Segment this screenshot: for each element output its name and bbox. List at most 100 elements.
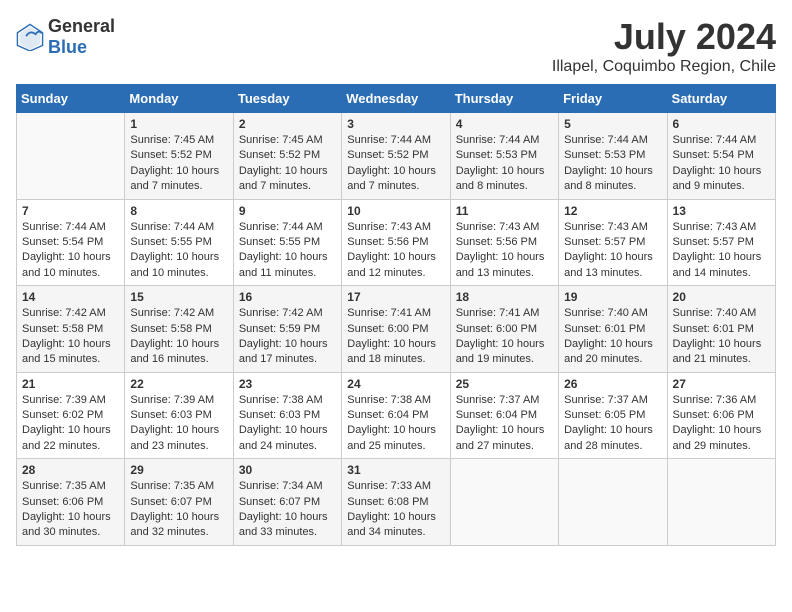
day-cell: 22 Sunrise: 7:39 AM Sunset: 6:03 PM Dayl…: [125, 372, 233, 459]
daylight-text: Daylight: 10 hours and 8 minutes.: [456, 165, 545, 192]
day-info: Sunrise: 7:38 AM Sunset: 6:03 PM Dayligh…: [239, 393, 336, 455]
sunset-text: Sunset: 5:52 PM: [239, 149, 320, 161]
day-cell: 21 Sunrise: 7:39 AM Sunset: 6:02 PM Dayl…: [17, 372, 125, 459]
calendar-body: 1 Sunrise: 7:45 AM Sunset: 5:52 PM Dayli…: [17, 113, 776, 546]
day-number: 21: [22, 377, 119, 391]
day-number: 9: [239, 204, 336, 218]
day-number: 26: [564, 377, 661, 391]
title-block: July 2024 Illapel, Coquimbo Region, Chil…: [552, 16, 776, 76]
sunrise-text: Sunrise: 7:41 AM: [456, 307, 540, 319]
sunset-text: Sunset: 6:04 PM: [347, 409, 428, 421]
daylight-text: Daylight: 10 hours and 13 minutes.: [456, 251, 545, 278]
sunrise-text: Sunrise: 7:44 AM: [456, 134, 540, 146]
day-number: 20: [673, 290, 770, 304]
daylight-text: Daylight: 10 hours and 7 minutes.: [239, 165, 328, 192]
day-number: 8: [130, 204, 227, 218]
day-cell: 30 Sunrise: 7:34 AM Sunset: 6:07 PM Dayl…: [233, 459, 341, 546]
day-info: Sunrise: 7:33 AM Sunset: 6:08 PM Dayligh…: [347, 479, 444, 541]
sunset-text: Sunset: 6:02 PM: [22, 409, 103, 421]
daylight-text: Daylight: 10 hours and 7 minutes.: [130, 165, 219, 192]
sunrise-text: Sunrise: 7:43 AM: [673, 221, 757, 233]
header-sunday: Sunday: [17, 85, 125, 113]
day-cell: 10 Sunrise: 7:43 AM Sunset: 5:56 PM Dayl…: [342, 199, 450, 286]
day-cell: 13 Sunrise: 7:43 AM Sunset: 5:57 PM Dayl…: [667, 199, 775, 286]
daylight-text: Daylight: 10 hours and 21 minutes.: [673, 338, 762, 365]
daylight-text: Daylight: 10 hours and 24 minutes.: [239, 424, 328, 451]
day-cell: 9 Sunrise: 7:44 AM Sunset: 5:55 PM Dayli…: [233, 199, 341, 286]
sunset-text: Sunset: 5:54 PM: [673, 149, 754, 161]
location-subtitle: Illapel, Coquimbo Region, Chile: [552, 58, 776, 76]
day-number: 24: [347, 377, 444, 391]
daylight-text: Daylight: 10 hours and 19 minutes.: [456, 338, 545, 365]
day-info: Sunrise: 7:44 AM Sunset: 5:52 PM Dayligh…: [347, 133, 444, 195]
day-cell: 17 Sunrise: 7:41 AM Sunset: 6:00 PM Dayl…: [342, 286, 450, 373]
sunrise-text: Sunrise: 7:36 AM: [673, 394, 757, 406]
sunrise-text: Sunrise: 7:40 AM: [673, 307, 757, 319]
daylight-text: Daylight: 10 hours and 10 minutes.: [130, 251, 219, 278]
sunrise-text: Sunrise: 7:34 AM: [239, 480, 323, 492]
day-cell: 18 Sunrise: 7:41 AM Sunset: 6:00 PM Dayl…: [450, 286, 558, 373]
sunset-text: Sunset: 6:01 PM: [673, 323, 754, 335]
day-info: Sunrise: 7:40 AM Sunset: 6:01 PM Dayligh…: [673, 306, 770, 368]
page-header: General Blue July 2024 Illapel, Coquimbo…: [16, 16, 776, 76]
sunrise-text: Sunrise: 7:44 AM: [347, 134, 431, 146]
day-cell: 26 Sunrise: 7:37 AM Sunset: 6:05 PM Dayl…: [559, 372, 667, 459]
daylight-text: Daylight: 10 hours and 7 minutes.: [347, 165, 436, 192]
logo-text: General Blue: [48, 16, 115, 58]
day-number: 10: [347, 204, 444, 218]
sunrise-text: Sunrise: 7:35 AM: [130, 480, 214, 492]
day-number: 31: [347, 463, 444, 477]
sunset-text: Sunset: 5:56 PM: [456, 236, 537, 248]
day-info: Sunrise: 7:42 AM Sunset: 5:58 PM Dayligh…: [22, 306, 119, 368]
day-cell: 7 Sunrise: 7:44 AM Sunset: 5:54 PM Dayli…: [17, 199, 125, 286]
sunset-text: Sunset: 6:01 PM: [564, 323, 645, 335]
day-number: 22: [130, 377, 227, 391]
sunrise-text: Sunrise: 7:44 AM: [673, 134, 757, 146]
day-cell: 1 Sunrise: 7:45 AM Sunset: 5:52 PM Dayli…: [125, 113, 233, 200]
day-number: 6: [673, 117, 770, 131]
day-cell: [450, 459, 558, 546]
day-cell: 19 Sunrise: 7:40 AM Sunset: 6:01 PM Dayl…: [559, 286, 667, 373]
daylight-text: Daylight: 10 hours and 11 minutes.: [239, 251, 328, 278]
day-info: Sunrise: 7:35 AM Sunset: 6:07 PM Dayligh…: [130, 479, 227, 541]
day-cell: 24 Sunrise: 7:38 AM Sunset: 6:04 PM Dayl…: [342, 372, 450, 459]
day-cell: [17, 113, 125, 200]
daylight-text: Daylight: 10 hours and 29 minutes.: [673, 424, 762, 451]
day-info: Sunrise: 7:37 AM Sunset: 6:05 PM Dayligh…: [564, 393, 661, 455]
header-wednesday: Wednesday: [342, 85, 450, 113]
day-cell: 29 Sunrise: 7:35 AM Sunset: 6:07 PM Dayl…: [125, 459, 233, 546]
sunset-text: Sunset: 6:08 PM: [347, 496, 428, 508]
sunset-text: Sunset: 6:00 PM: [347, 323, 428, 335]
sunset-text: Sunset: 5:54 PM: [22, 236, 103, 248]
day-cell: 5 Sunrise: 7:44 AM Sunset: 5:53 PM Dayli…: [559, 113, 667, 200]
day-info: Sunrise: 7:43 AM Sunset: 5:56 PM Dayligh…: [456, 220, 553, 282]
sunrise-text: Sunrise: 7:39 AM: [130, 394, 214, 406]
day-number: 30: [239, 463, 336, 477]
daylight-text: Daylight: 10 hours and 34 minutes.: [347, 511, 436, 538]
day-number: 14: [22, 290, 119, 304]
sunset-text: Sunset: 5:55 PM: [130, 236, 211, 248]
day-cell: 15 Sunrise: 7:42 AM Sunset: 5:58 PM Dayl…: [125, 286, 233, 373]
day-info: Sunrise: 7:44 AM Sunset: 5:54 PM Dayligh…: [673, 133, 770, 195]
sunset-text: Sunset: 5:58 PM: [130, 323, 211, 335]
day-info: Sunrise: 7:41 AM Sunset: 6:00 PM Dayligh…: [456, 306, 553, 368]
sunrise-text: Sunrise: 7:37 AM: [456, 394, 540, 406]
day-number: 27: [673, 377, 770, 391]
sunrise-text: Sunrise: 7:44 AM: [130, 221, 214, 233]
sunrise-text: Sunrise: 7:43 AM: [347, 221, 431, 233]
daylight-text: Daylight: 10 hours and 16 minutes.: [130, 338, 219, 365]
sunrise-text: Sunrise: 7:42 AM: [22, 307, 106, 319]
sunrise-text: Sunrise: 7:44 AM: [564, 134, 648, 146]
daylight-text: Daylight: 10 hours and 15 minutes.: [22, 338, 111, 365]
day-info: Sunrise: 7:37 AM Sunset: 6:04 PM Dayligh…: [456, 393, 553, 455]
day-number: 13: [673, 204, 770, 218]
daylight-text: Daylight: 10 hours and 23 minutes.: [130, 424, 219, 451]
day-info: Sunrise: 7:39 AM Sunset: 6:02 PM Dayligh…: [22, 393, 119, 455]
header-monday: Monday: [125, 85, 233, 113]
header-row: Sunday Monday Tuesday Wednesday Thursday…: [17, 85, 776, 113]
week-row-0: 1 Sunrise: 7:45 AM Sunset: 5:52 PM Dayli…: [17, 113, 776, 200]
sunrise-text: Sunrise: 7:40 AM: [564, 307, 648, 319]
sunset-text: Sunset: 5:57 PM: [564, 236, 645, 248]
week-row-4: 28 Sunrise: 7:35 AM Sunset: 6:06 PM Dayl…: [17, 459, 776, 546]
daylight-text: Daylight: 10 hours and 8 minutes.: [564, 165, 653, 192]
